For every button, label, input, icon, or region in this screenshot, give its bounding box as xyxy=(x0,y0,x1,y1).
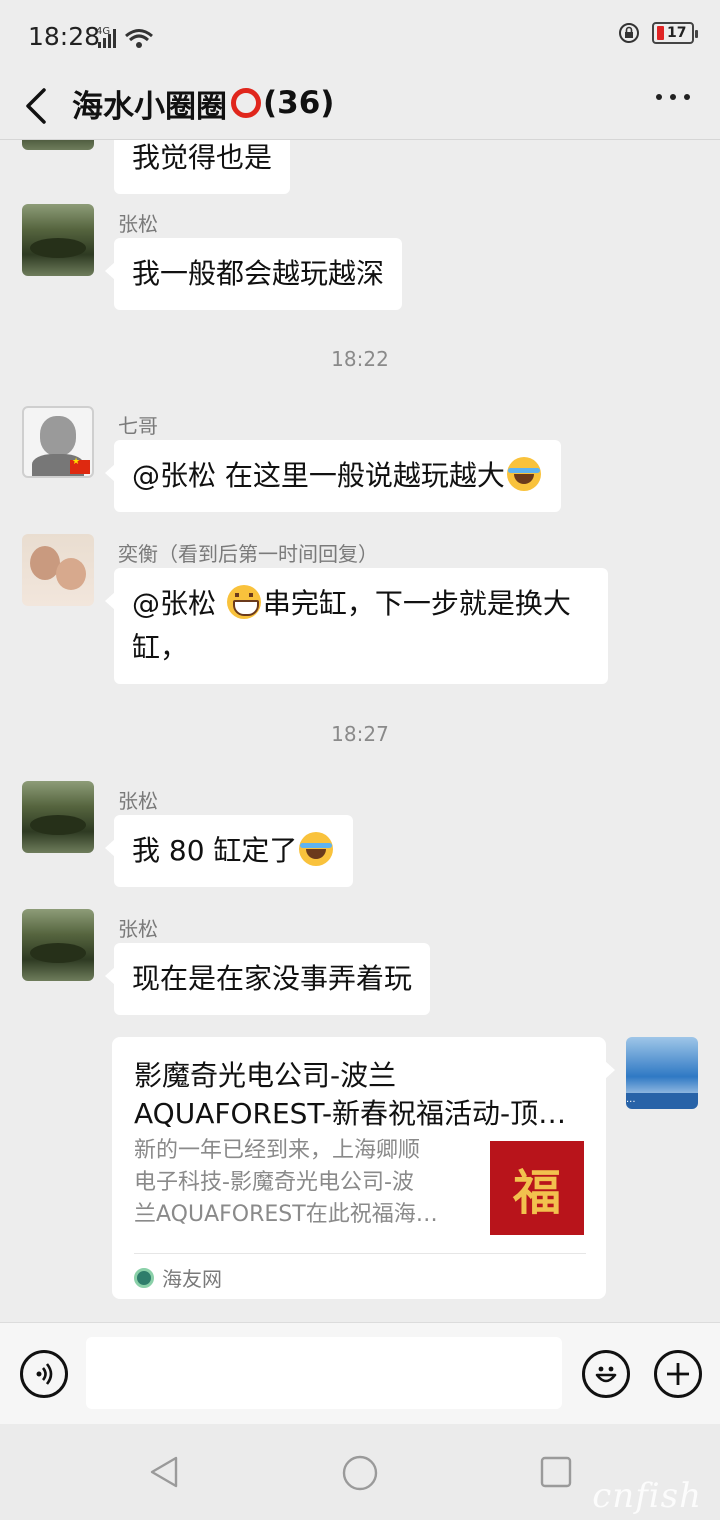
sender-name: 七哥 xyxy=(118,414,158,438)
my-avatar[interactable] xyxy=(626,1037,698,1109)
avatar[interactable] xyxy=(22,204,94,276)
link-card[interactable]: 影魔奇光电公司-波兰 AQUAFOREST-新春祝福活动-顶… 新的一年已经到来… xyxy=(112,1037,615,1299)
message-text: 我觉得也是 xyxy=(132,141,273,174)
link-card-source: 海友网 xyxy=(134,1263,222,1292)
more-options-icon[interactable] xyxy=(656,94,690,100)
watermark: cnfish xyxy=(592,1476,702,1516)
message-bubble[interactable]: @张松 串完缸，下一步就是换大 缸， xyxy=(105,568,608,684)
message-text: 我 80 缸定了 xyxy=(132,834,298,867)
avatar[interactable] xyxy=(22,140,94,150)
battery-level: 17 xyxy=(667,25,687,41)
message-text: @张松 在这里一般说越玩越大 xyxy=(132,459,505,492)
crying-laughing-emoji-icon xyxy=(506,457,541,491)
system-navigation-bar: cnfish xyxy=(0,1424,720,1520)
link-card-title: 影魔奇光电公司-波兰 AQUAFOREST-新春祝福活动-顶… xyxy=(134,1059,567,1130)
timestamp: 18:27 xyxy=(331,722,389,746)
nav-recents-icon[interactable] xyxy=(538,1454,574,1490)
china-flag-icon xyxy=(70,457,90,474)
sender-name: 张松 xyxy=(118,212,158,236)
chat-title: 海水小圈圈 (36) xyxy=(72,78,334,128)
message-text: @张松 xyxy=(132,587,225,620)
voice-icon xyxy=(36,1363,53,1385)
voice-input-button[interactable] xyxy=(20,1350,68,1398)
avatar[interactable] xyxy=(22,406,94,478)
avatar[interactable] xyxy=(22,909,94,981)
emoji-button[interactable] xyxy=(582,1350,630,1398)
member-count: (36) xyxy=(263,85,335,121)
message-text: 串完缸，下一步就是换大 xyxy=(262,587,571,620)
chat-header: 海水小圈圈 (36) xyxy=(0,72,720,140)
message-text: 缸， xyxy=(132,631,189,664)
sender-name: 奕衡（看到后第一时间回复） xyxy=(118,542,378,566)
rotation-lock-icon xyxy=(619,23,639,43)
message-bubble[interactable]: @张松 在这里一般说越玩越大 xyxy=(105,440,561,512)
source-name: 海友网 xyxy=(162,1267,222,1291)
message-bubble[interactable]: 现在是在家没事弄着玩 xyxy=(104,943,431,1015)
message-text: 现在是在家没事弄着玩 xyxy=(132,962,413,995)
fu-character: 福 xyxy=(512,1165,561,1221)
source-logo-icon xyxy=(134,1267,154,1288)
message-list[interactable]: 我觉得也是 张松 我一般都会越玩越深 18:22 七哥 @张松 在这里一般说越玩… xyxy=(0,140,720,1322)
signal-icon: 4G xyxy=(96,26,153,48)
nav-home-icon[interactable] xyxy=(341,1454,379,1492)
link-card-thumbnail: 福 xyxy=(490,1141,584,1235)
plus-icon xyxy=(667,1363,689,1385)
avatar[interactable] xyxy=(22,534,94,606)
more-functions-button[interactable] xyxy=(654,1350,702,1398)
grinning-emoji-icon xyxy=(226,585,261,619)
message-bubble[interactable]: 我 80 缸定了 xyxy=(104,815,354,887)
input-bar xyxy=(0,1322,720,1424)
timestamp: 18:22 xyxy=(331,347,389,371)
status-right: 17 xyxy=(618,22,698,44)
avatar[interactable] xyxy=(22,781,94,853)
message-bubble[interactable]: 我一般都会越玩越深 xyxy=(104,238,403,310)
smiley-icon xyxy=(595,1366,617,1383)
message-bubble[interactable]: 我觉得也是 xyxy=(114,140,291,194)
red-circle-emoji-icon xyxy=(231,88,261,118)
message-text: 我一般都会越玩越深 xyxy=(132,257,385,290)
crying-laughing-emoji-icon xyxy=(299,832,334,866)
back-arrow-icon[interactable] xyxy=(18,82,58,130)
message-input[interactable] xyxy=(86,1337,562,1409)
battery-icon: 17 xyxy=(652,22,698,44)
sender-name: 张松 xyxy=(118,789,158,813)
sender-name: 张松 xyxy=(118,917,158,941)
nav-back-icon[interactable] xyxy=(146,1454,182,1490)
link-card-description: 新的一年已经到来，上海卿顺 电子科技-影魔奇光电公司-波 兰AQUAFOREST… xyxy=(134,1138,438,1227)
status-time: 18:28 xyxy=(28,22,101,51)
divider xyxy=(134,1253,586,1254)
group-name: 海水小圈圈 xyxy=(72,88,227,125)
status-bar: 18:28 4G 17 xyxy=(0,0,720,72)
